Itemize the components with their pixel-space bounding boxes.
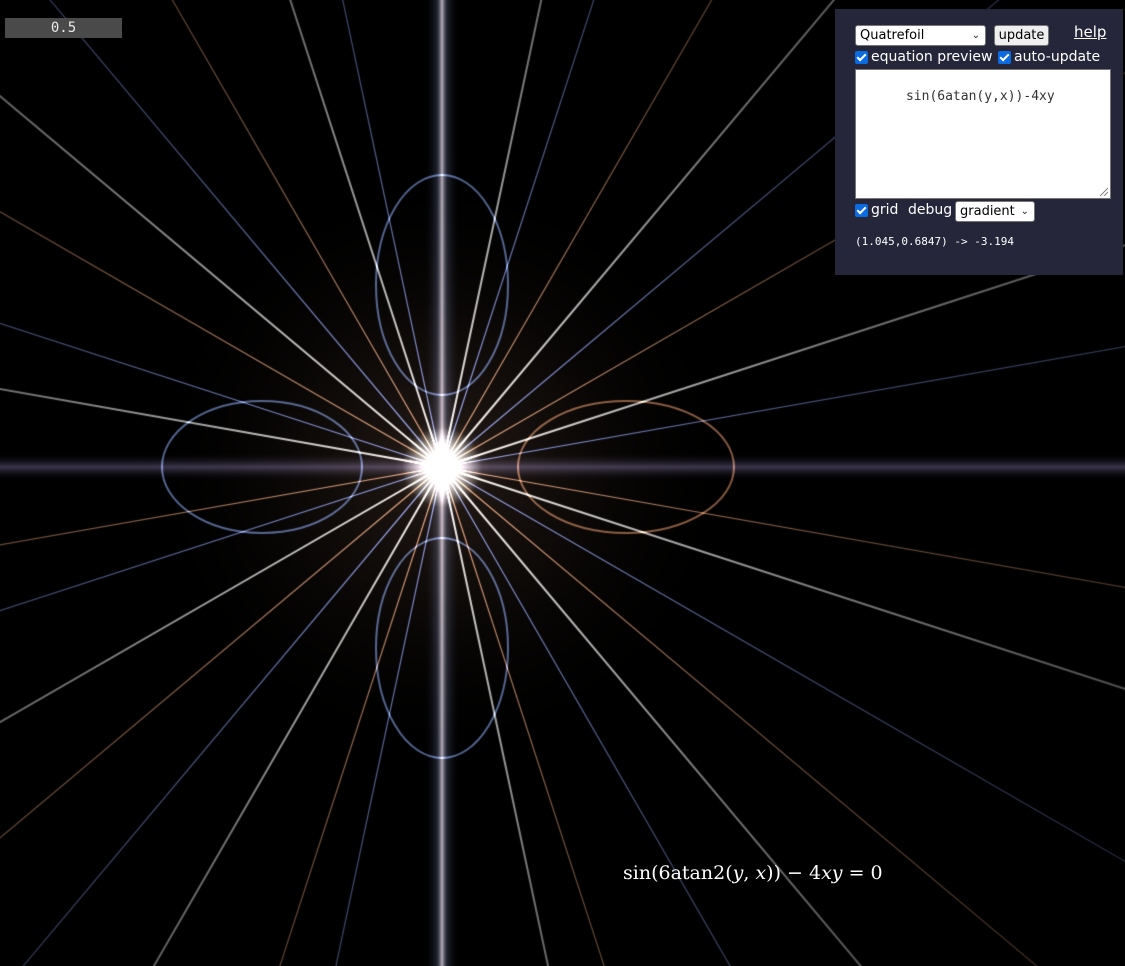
eq-part: − 4 <box>781 862 822 884</box>
debug-label: debug <box>908 202 953 218</box>
render-mode-value: gradient <box>960 204 1015 219</box>
checkbox-checked-icon[interactable] <box>855 203 868 217</box>
control-panel: Quatrefoil ⌄ update help equation previe… <box>835 9 1123 275</box>
equation-preview: sin(6atan2(y, x)) − 4xy = 0 <box>623 862 883 884</box>
equation-textarea[interactable]: sin(6atan(y,x))-4xy <box>855 69 1111 199</box>
eq-part: , <box>743 862 756 884</box>
equation-preview-label: equation preview <box>871 49 993 65</box>
grid-toggle[interactable]: grid <box>855 202 898 218</box>
value-readout[interactable]: 0.5 <box>5 18 122 38</box>
auto-update-toggle[interactable]: auto-update <box>998 49 1100 65</box>
auto-update-label: auto-update <box>1014 49 1101 65</box>
eq-var-y: y <box>732 862 744 884</box>
cursor-coordinate-readout: (1.045,0.6847) -> -3.194 <box>855 235 1014 248</box>
equation-preview-toggle[interactable]: equation preview <box>855 49 992 65</box>
preset-select[interactable]: Quatrefoil ⌄ <box>855 25 986 46</box>
eq-var-xy: xy <box>821 862 843 884</box>
render-mode-select[interactable]: gradient ⌄ <box>955 201 1035 222</box>
equation-text: sin(6atan(y,x))-4xy <box>905 89 1055 104</box>
update-button[interactable]: update <box>994 25 1049 46</box>
help-link[interactable]: help <box>1074 23 1106 41</box>
resize-grip-icon[interactable] <box>1100 188 1108 196</box>
eq-part: ( <box>725 862 733 884</box>
checkbox-checked-icon[interactable] <box>998 50 1011 64</box>
eq-func: sin <box>623 862 652 884</box>
eq-var-x: x <box>755 862 767 884</box>
plot-viewport[interactable]: 0.5 Quatrefoil ⌄ update help equation pr… <box>0 0 1125 966</box>
eq-part: (6atan2 <box>651 862 726 884</box>
eq-part: )) <box>766 862 781 884</box>
chevron-down-icon: ⌄ <box>971 30 980 41</box>
checkbox-checked-icon[interactable] <box>855 50 868 64</box>
chevron-down-icon: ⌄ <box>1020 206 1029 217</box>
eq-part: = 0 <box>842 862 883 884</box>
preset-select-value: Quatrefoil <box>860 28 925 43</box>
grid-label: grid <box>871 202 899 218</box>
